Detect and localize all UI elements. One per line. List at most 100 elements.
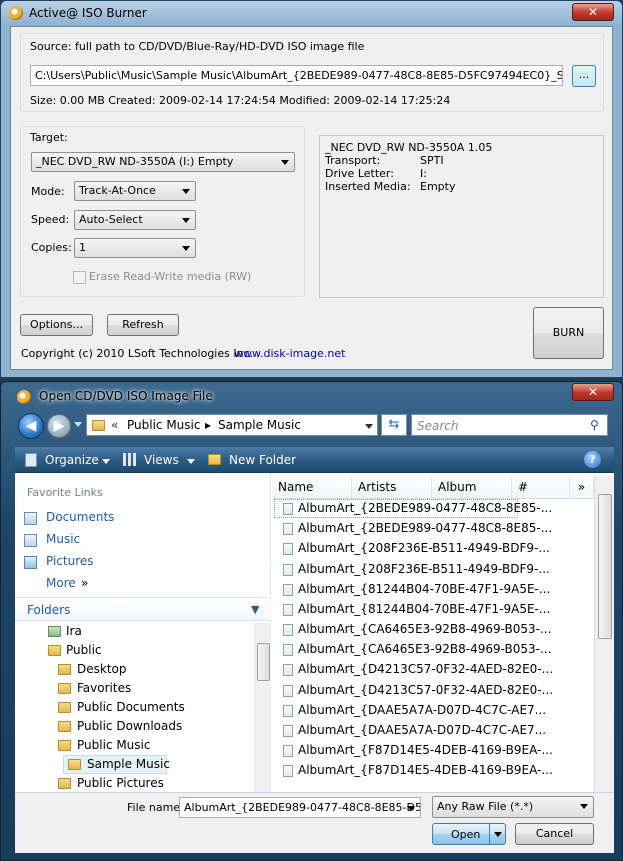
target-drive-select[interactable]: _NEC DVD_RW ND-3550A (I:) Empty: [31, 152, 295, 172]
file-row[interactable]: AlbumArt_{81244B04-70BE-47F1-9A5E-...: [298, 582, 550, 596]
refresh-button[interactable]: Refresh: [107, 314, 179, 336]
folders-header-bar[interactable]: Folders ▼: [15, 597, 271, 621]
tree-item-public[interactable]: Public: [66, 643, 102, 657]
file-row[interactable]: AlbumArt_{81244B04-70BE-47F1-9A5E-...: [298, 602, 550, 616]
arrow-left-icon: ◀: [25, 418, 37, 434]
file-row[interactable]: AlbumArt_{2BEDE989-0477-48C8-8E85-...: [298, 501, 552, 515]
back-button[interactable]: ◀: [18, 413, 44, 439]
dialog-close-button[interactable]: ✕: [572, 383, 614, 401]
tree-item-favorites[interactable]: Favorites: [77, 681, 131, 695]
column-header-name[interactable]: Name: [272, 476, 352, 499]
favorite-music[interactable]: Music: [46, 532, 80, 546]
chevron-down-icon[interactable]: [494, 832, 502, 837]
file-row[interactable]: AlbumArt_{D4213C57-0F32-4AED-82E0-...: [298, 683, 553, 697]
filename-label: File name:: [127, 801, 184, 814]
favorite-documents[interactable]: Documents: [46, 510, 114, 524]
speed-select[interactable]: Auto-Select: [74, 210, 196, 230]
new-folder-icon: [208, 454, 221, 465]
file-list-scrollbar[interactable]: [594, 476, 614, 792]
file-row[interactable]: AlbumArt_{208F236E-B511-4949-BDF9-...: [298, 541, 550, 555]
filename-input[interactable]: AlbumArt_{2BEDE989-0477-48C8-8E85-D5FC: [179, 797, 421, 818]
file-row[interactable]: AlbumArt_{D4213C57-0F32-4AED-82E0-...: [298, 662, 553, 676]
file-icon: [283, 705, 293, 717]
search-input[interactable]: Search ⚲: [411, 414, 608, 436]
tree-item-public-music[interactable]: Public Music: [77, 738, 150, 752]
file-icon: [283, 765, 293, 777]
tree-scroll-thumb[interactable]: [257, 643, 270, 681]
drive-info-key: Transport:: [325, 154, 381, 167]
folders-header: Folders: [27, 603, 71, 617]
file-icon: [283, 543, 293, 555]
close-button[interactable]: ✕: [572, 3, 614, 21]
file-icon: [283, 685, 293, 697]
open-button[interactable]: Open: [432, 823, 506, 845]
filetype-select[interactable]: Any Raw File (*.*): [432, 796, 594, 818]
file-row[interactable]: AlbumArt_{CA6465E3-92B8-4969-B053-...: [298, 622, 551, 636]
mode-select[interactable]: Track-At-Once: [74, 181, 196, 201]
more-links[interactable]: More: [46, 576, 76, 590]
file-list-scroll-thumb[interactable]: [598, 494, 612, 639]
address-bar[interactable]: « Public Music ▸ Sample Music: [86, 414, 378, 436]
tree-item-ira[interactable]: Ira: [66, 624, 82, 638]
tree-item-sample-music[interactable]: Sample Music: [87, 757, 170, 771]
column-more-icon[interactable]: »: [570, 476, 594, 499]
search-placeholder: Search: [417, 419, 459, 433]
tree-item-public-downloads[interactable]: Public Downloads: [77, 719, 182, 733]
collapse-chevron-icon: ▼: [251, 603, 260, 616]
column-header-album[interactable]: Album: [432, 476, 512, 499]
tree-item-public-pictures[interactable]: Public Pictures: [77, 776, 164, 790]
drive-info-header: _NEC DVD_RW ND-3550A 1.05: [325, 141, 493, 154]
chevron-down-icon: [182, 246, 190, 251]
cancel-button[interactable]: Cancel: [515, 823, 594, 845]
file-row[interactable]: AlbumArt_{208F236E-B511-4949-BDF9-...: [298, 562, 550, 576]
more-chevron-icon: »: [81, 576, 89, 590]
pictures-icon: [24, 556, 37, 569]
refresh-address-button[interactable]: ⇆: [381, 414, 407, 436]
forward-button[interactable]: ▶: [47, 414, 71, 438]
burn-button[interactable]: BURN: [533, 307, 604, 359]
music-folder-icon: [58, 740, 71, 751]
new-folder-button[interactable]: New Folder: [229, 453, 296, 467]
file-row[interactable]: AlbumArt_{CA6465E3-92B8-4969-B053-...: [298, 642, 551, 656]
file-row[interactable]: AlbumArt_{F87D14E5-4DEB-4169-B9EA-...: [298, 743, 553, 757]
source-file-info: Size: 0.00 MB Created: 2009-02-14 17:24:…: [30, 94, 451, 107]
file-row[interactable]: AlbumArt_{DAAE5A7A-D07D-4C7C-AE7...: [298, 723, 546, 737]
chevron-down-icon[interactable]: [365, 424, 373, 429]
tree-item-desktop[interactable]: Desktop: [77, 662, 127, 676]
source-path-input[interactable]: C:\Users\Public\Music\Sample Music\Album…: [30, 65, 563, 86]
column-header-number[interactable]: #: [512, 476, 570, 499]
help-icon[interactable]: ?: [584, 451, 601, 468]
recent-pages-chevron-icon[interactable]: [74, 422, 82, 427]
source-group: Source: full path to CD/DVD/Blue-Ray/HD-…: [20, 33, 604, 112]
arrow-right-icon: ▶: [53, 418, 65, 434]
folder-icon: [48, 645, 61, 656]
views-icon: [123, 453, 136, 466]
search-icon[interactable]: ⚲: [590, 418, 599, 432]
drive-info-value: I:: [420, 167, 427, 180]
tree-item-public-documents[interactable]: Public Documents: [77, 700, 185, 714]
organize-button[interactable]: Organize: [45, 453, 99, 467]
options-button[interactable]: Options...: [20, 314, 93, 336]
open-label: Open: [451, 828, 481, 841]
file-row[interactable]: AlbumArt_{2BEDE989-0477-48C8-8E85-...: [298, 521, 552, 535]
source-label: Source: full path to CD/DVD/Blue-Ray/HD-…: [30, 40, 365, 53]
user-folder-icon: [48, 626, 61, 637]
browse-button[interactable]: ...: [572, 65, 596, 87]
iso-burner-titlebar[interactable]: Active@ ISO Burner ✕: [1, 1, 622, 25]
tree-scrollbar[interactable]: [254, 623, 271, 793]
erase-rw-checkbox[interactable]: [73, 271, 86, 284]
views-button[interactable]: Views: [144, 453, 179, 467]
file-icon: [283, 725, 293, 737]
breadcrumb-sample-music[interactable]: Sample Music: [218, 418, 301, 432]
website-link[interactable]: www.disk-image.net: [234, 347, 345, 360]
favorite-pictures[interactable]: Pictures: [46, 554, 94, 568]
copies-select[interactable]: 1: [74, 238, 196, 258]
documents-icon: [24, 512, 37, 525]
column-header-artists[interactable]: Artists: [352, 476, 432, 499]
chevron-down-icon[interactable]: [407, 806, 415, 811]
breadcrumb-public-music[interactable]: Public Music: [127, 418, 200, 432]
breadcrumb-sep-icon: «: [111, 418, 119, 432]
copyright-text: Copyright (c) 2010 LSoft Technologies In…: [21, 347, 254, 360]
file-row[interactable]: AlbumArt_{F87D14E5-4DEB-4169-B9EA-...: [298, 763, 553, 777]
file-row[interactable]: AlbumArt_{DAAE5A7A-D07D-4C7C-AE7...: [298, 703, 546, 717]
